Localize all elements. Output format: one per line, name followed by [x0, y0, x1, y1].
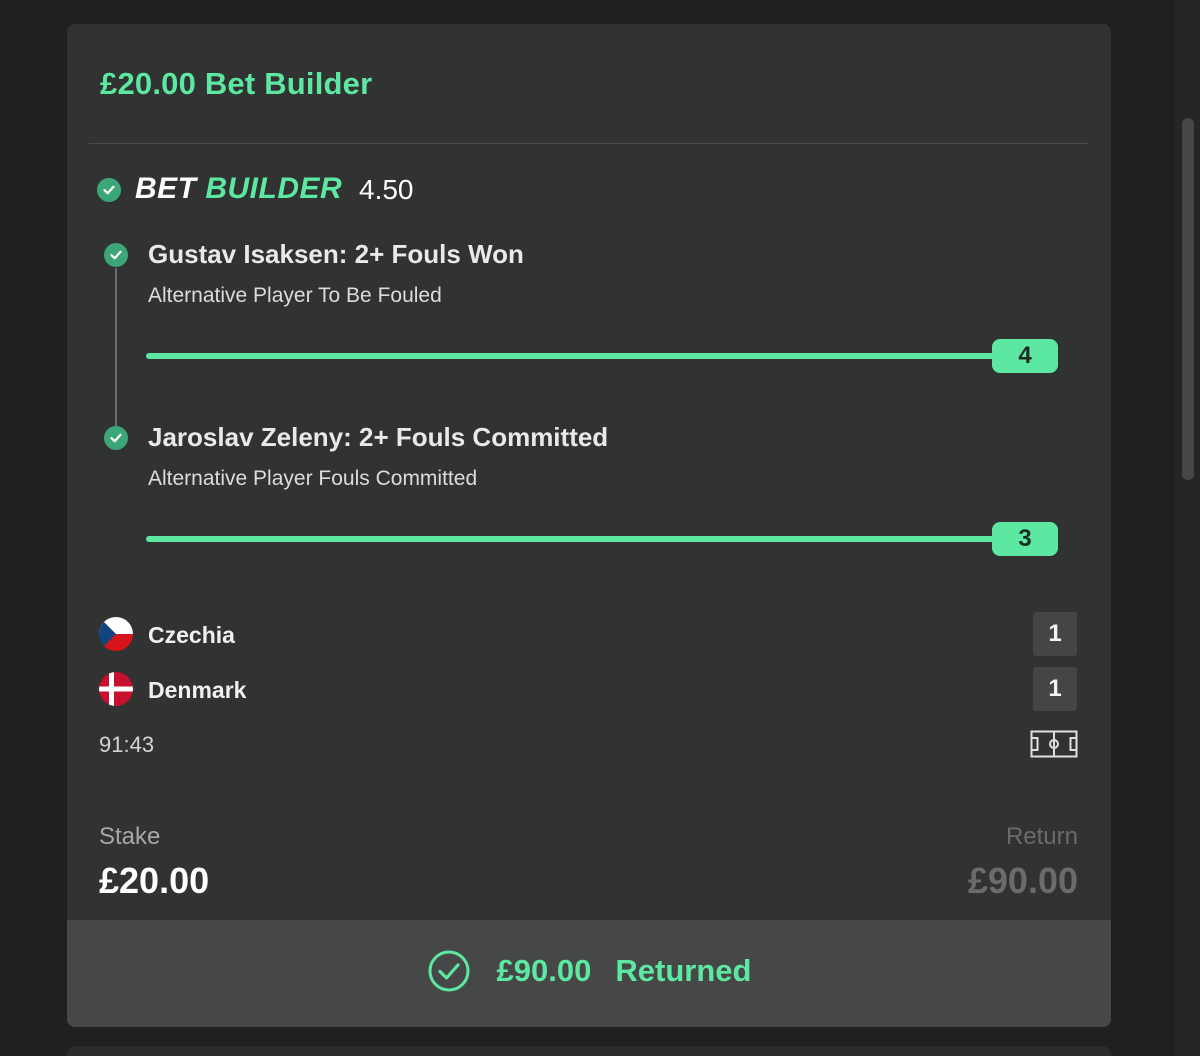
- leg-progress-bar: [146, 353, 1004, 359]
- leg-check-icon: [104, 426, 128, 450]
- leg-title: Gustav Isaksen: 2+ Fouls Won: [148, 239, 524, 269]
- stake-label: Stake: [99, 823, 161, 850]
- team-score: 1: [1033, 667, 1077, 711]
- bet-card-header[interactable]: £20.00 Bet Builder: [67, 24, 1111, 144]
- team-score: 1: [1033, 612, 1077, 656]
- returned-label: Returned: [615, 952, 752, 988]
- leg-title: Jaroslav Zeleny: 2+ Fouls Committed: [148, 422, 609, 452]
- bet-history-page: £20.00 Bet Builder BET BUILDER 4.50 Gust…: [0, 0, 1200, 1056]
- team-name: Denmark: [148, 677, 247, 703]
- bet-card: £20.00 Bet Builder BET BUILDER 4.50 Gust…: [67, 24, 1111, 1027]
- returned-status: £90.00 Returned: [427, 949, 752, 993]
- denmark-flag-icon: [99, 672, 133, 706]
- bet-title: £20.00 Bet Builder: [100, 66, 373, 101]
- leg-market: Alternative Player To Be Fouled: [148, 284, 442, 307]
- czech-flag-icon: [99, 617, 133, 651]
- legs-connector-line: [115, 268, 117, 448]
- leg-progress-bar: [146, 536, 1004, 542]
- header-divider: [89, 143, 1089, 144]
- returned-amount: £90.00: [496, 952, 592, 988]
- leg-progress-badge: 3: [992, 522, 1058, 556]
- next-bet-card[interactable]: [67, 1046, 1111, 1056]
- bet-odds: 4.50: [359, 174, 414, 205]
- leg-progress-badge: 4: [992, 339, 1058, 373]
- scrollbar-thumb[interactable]: [1182, 118, 1194, 480]
- check-icon: [97, 178, 121, 202]
- bet-builder-label-part1: BET: [135, 172, 197, 205]
- stake-value: £20.00: [99, 860, 210, 901]
- bet-builder-label: BET BUILDER: [135, 172, 342, 206]
- pitch-icon[interactable]: [1030, 730, 1078, 758]
- team-name: Czechia: [148, 622, 235, 648]
- return-label: Return: [1005, 823, 1078, 850]
- leg-market: Alternative Player Fouls Committed: [148, 467, 478, 490]
- bet-builder-label-part2: BUILDER: [205, 172, 343, 205]
- match-clock: 91:43: [99, 732, 155, 757]
- returned-footer: £90.00 Returned: [67, 920, 1111, 1027]
- leg-check-icon: [104, 243, 128, 267]
- check-circle-icon: [428, 950, 470, 991]
- return-value: £90.00: [967, 860, 1078, 901]
